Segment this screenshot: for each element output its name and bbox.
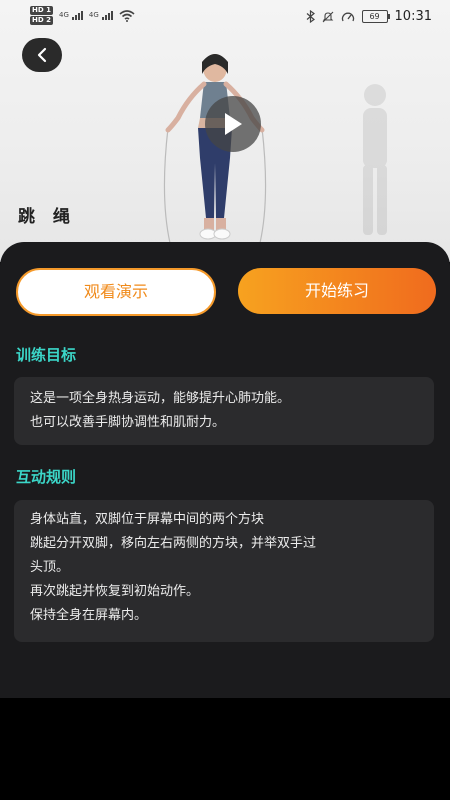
battery-icon: 69 — [361, 10, 390, 23]
bottom-area — [0, 698, 450, 800]
back-button[interactable] — [22, 38, 62, 72]
exercise-title: 跳 绳 — [18, 207, 76, 227]
signal-1-icon: 4G — [59, 11, 83, 20]
training-goal-heading: 训练目标 — [16, 346, 77, 364]
watch-demo-button[interactable]: 观看演示 — [16, 268, 216, 316]
rule-line: 身体站直，双脚位于屏幕中间的两个方块 — [30, 512, 265, 527]
rule-line: 跳起分开双脚，移向左右两侧的方块，并举双手过 — [30, 536, 317, 551]
status-time: 10:31 — [394, 9, 432, 24]
interaction-rules-heading: 互动规则 — [16, 468, 77, 486]
rule-line: 再次跳起并恢复到初始动作。 — [30, 584, 200, 599]
shadow-figure — [363, 84, 387, 235]
rule-line: 头顶。 — [30, 560, 70, 575]
video-preview: HD 1 HD 2 4G 4G 69 10:31 跳 绳 — [0, 0, 450, 262]
hd1-badge: HD 1 — [30, 6, 53, 15]
signal-2-icon: 4G — [89, 11, 113, 20]
play-button[interactable] — [205, 96, 261, 152]
training-goal-line: 这是一项全身热身运动，能够提升心肺功能。 — [30, 391, 291, 406]
hd2-badge: HD 2 — [30, 16, 53, 25]
start-practice-button[interactable]: 开始练习 — [238, 268, 436, 314]
mute-icon — [322, 11, 333, 22]
rule-line: 保持全身在屏幕内。 — [30, 608, 148, 623]
jump-rope-athlete-image — [163, 54, 267, 248]
training-goal-card: 这是一项全身热身运动，能够提升心肺功能。 也可以改善手脚协调性和肌耐力。 — [14, 377, 434, 445]
interaction-rules-card: 身体站直，双脚位于屏幕中间的两个方块 跳起分开双脚，移向左右两侧的方块，并举双手… — [14, 500, 434, 642]
speedometer-icon — [341, 12, 354, 21]
status-bar: HD 1 HD 2 4G 4G 69 10:31 — [0, 0, 450, 36]
exercise-panel: 观看演示 开始练习 训练目标 这是一项全身热身运动，能够提升心肺功能。 也可以改… — [0, 242, 450, 698]
training-goal-line: 也可以改善手脚协调性和肌耐力。 — [30, 415, 226, 430]
bluetooth-icon — [306, 10, 315, 23]
play-icon — [225, 113, 242, 135]
wifi-icon — [119, 9, 135, 22]
back-arrow-icon — [37, 47, 47, 63]
